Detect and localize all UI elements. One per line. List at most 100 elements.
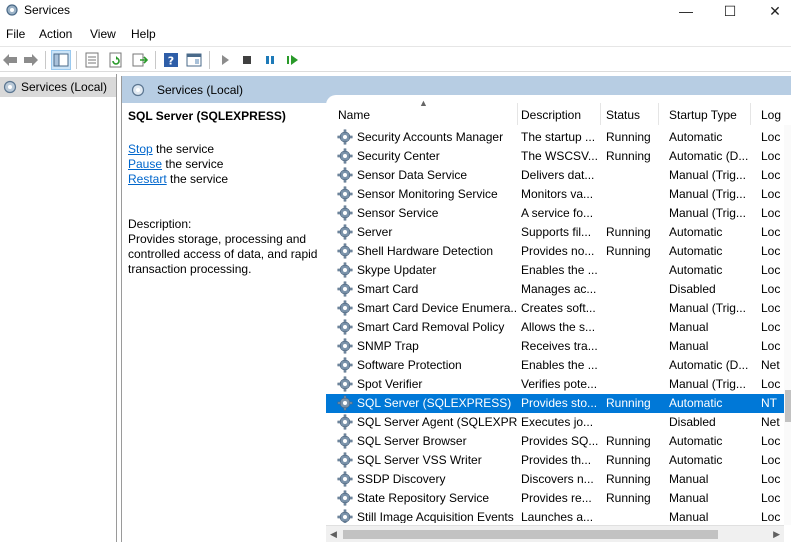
- service-status: Running: [606, 149, 651, 163]
- table-row[interactable]: Sensor Monitoring Service Monitors va... M…: [326, 185, 784, 204]
- service-startup-type: Manual (Trig...: [669, 377, 746, 391]
- table-row[interactable]: SNMP Trap Receives tra... Manual Loc: [326, 337, 784, 356]
- service-description: Allows the s...: [521, 320, 596, 334]
- service-log-on-as: Loc: [761, 187, 781, 201]
- horizontal-scroll-thumb[interactable]: [343, 530, 718, 539]
- restart-service-link[interactable]: Restart: [128, 172, 167, 186]
- service-name: Skype Updater: [357, 263, 437, 277]
- services-list-pane: ▲ Name Description Status Startup Type L…: [326, 95, 791, 542]
- table-row[interactable]: Security Accounts Manager The startup ...…: [326, 128, 784, 147]
- pause-service-icon[interactable]: [260, 50, 280, 70]
- menu-bar: File Action View Help: [0, 24, 791, 44]
- service-name: Smart Card: [357, 282, 419, 296]
- minimize-button[interactable]: —: [663, 0, 709, 22]
- table-row[interactable]: Skype Updater Enables the ... Automatic Loc: [326, 261, 784, 280]
- restart-action-row: Restart the service: [128, 172, 228, 186]
- service-gear-icon: [337, 262, 353, 281]
- service-status: Running: [606, 491, 651, 505]
- horizontal-scrollbar[interactable]: ◀ ▶: [326, 525, 784, 542]
- tree-item-label: Services (Local): [21, 80, 108, 94]
- table-row[interactable]: Shell Hardware Detection Provides no... Ru…: [326, 242, 784, 261]
- table-row[interactable]: Server Supports fil... Running Automatic Loc: [326, 223, 784, 242]
- service-log-on-as: Loc: [761, 168, 781, 182]
- table-row[interactable]: State Repository Service Provides re... Ru…: [326, 489, 784, 508]
- service-status: Running: [606, 453, 651, 467]
- refresh-icon[interactable]: [106, 50, 126, 70]
- table-row[interactable]: Spot Verifier Verifies pote... Manual (Tri…: [326, 375, 784, 394]
- service-gear-icon: [337, 300, 353, 319]
- service-description: Launches a...: [521, 510, 594, 523]
- service-log-on-as: NT: [761, 396, 777, 410]
- vertical-scrollbar[interactable]: [784, 125, 791, 525]
- table-row[interactable]: Software Protection Enables the ... Automa…: [326, 356, 784, 375]
- service-startup-type: Automatic: [669, 434, 723, 448]
- table-row[interactable]: Smart Card Device Enumera... Creates soft…: [326, 299, 784, 318]
- maximize-button[interactable]: ☐: [707, 0, 753, 22]
- results-area: Services (Local) SQL Server (SQLEXPRESS)…: [121, 76, 791, 542]
- pause-service-link[interactable]: Pause: [128, 157, 162, 171]
- service-status: Running: [606, 130, 651, 144]
- table-row[interactable]: SQL Server Browser Provides SQ... Running A…: [326, 432, 784, 451]
- table-row[interactable]: Still Image Acquisition Events Launches a…: [326, 508, 784, 523]
- help-icon[interactable]: ?: [161, 50, 181, 70]
- properties-icon[interactable]: [82, 50, 102, 70]
- stop-suffix: the service: [152, 142, 215, 156]
- service-name: Server: [357, 225, 393, 239]
- table-row[interactable]: SQL Server (SQLEXPRESS) Provides sto... Ru…: [326, 394, 784, 413]
- tree-item-services-local[interactable]: Services (Local): [0, 77, 116, 97]
- service-name: State Repository Service: [357, 491, 490, 505]
- description-text: Provides storage, processing and control…: [128, 232, 318, 276]
- menu-file[interactable]: File: [6, 27, 25, 41]
- menu-view[interactable]: View: [90, 27, 116, 41]
- service-log-on-as: Loc: [761, 149, 781, 163]
- service-description: Delivers dat...: [521, 168, 595, 182]
- column-header-log-on-as[interactable]: Log: [751, 103, 784, 125]
- service-gear-icon: [337, 205, 353, 224]
- menu-help[interactable]: Help: [131, 27, 156, 41]
- service-startup-type: Manual: [669, 472, 709, 486]
- view-icon[interactable]: [184, 50, 204, 70]
- service-log-on-as: Loc: [761, 434, 781, 448]
- service-name: SQL Server Browser: [357, 434, 467, 448]
- service-status: Running: [606, 434, 651, 448]
- scroll-right-icon[interactable]: ▶: [773, 529, 780, 540]
- table-row[interactable]: SSDP Discovery Discovers n... Running Manua…: [326, 470, 784, 489]
- table-row[interactable]: Smart Card Manages ac... Disabled Loc: [326, 280, 784, 299]
- services-gear-icon: [131, 83, 145, 97]
- restart-suffix: the service: [166, 172, 229, 186]
- table-row[interactable]: Sensor Service A service fo... Manual (Tri…: [326, 204, 784, 223]
- column-header-description[interactable]: Description: [511, 103, 601, 125]
- back-arrow-icon[interactable]: [0, 50, 20, 70]
- close-button[interactable]: ✕: [752, 0, 791, 22]
- service-gear-icon: [337, 452, 353, 471]
- service-gear-icon: [337, 509, 353, 523]
- table-row[interactable]: SQL Server VSS Writer Provides th... Runni…: [326, 451, 784, 470]
- service-gear-icon: [337, 243, 353, 262]
- service-description: A service fo...: [521, 206, 594, 220]
- column-header-startup-type[interactable]: Startup Type: [659, 103, 751, 125]
- service-name: Spot Verifier: [357, 377, 423, 391]
- forward-arrow-icon[interactable]: [21, 50, 41, 70]
- export-list-icon[interactable]: [130, 50, 150, 70]
- table-row[interactable]: Security Center The WSCSV... Running Automa…: [326, 147, 784, 166]
- services-gear-icon: [3, 80, 17, 94]
- menu-action[interactable]: Action: [39, 27, 72, 41]
- toolbar: ?: [0, 46, 791, 72]
- table-row[interactable]: SQL Server Agent (SQLEXPR... Executes jo.…: [326, 413, 784, 432]
- show-hide-console-tree-icon[interactable]: [51, 50, 71, 70]
- service-log-on-as: Loc: [761, 377, 781, 391]
- service-name: SNMP Trap: [357, 339, 419, 353]
- service-gear-icon: [337, 224, 353, 243]
- resume-service-icon[interactable]: [283, 50, 303, 70]
- start-service-icon[interactable]: [215, 50, 235, 70]
- column-header-status[interactable]: Status: [596, 103, 659, 125]
- table-row[interactable]: Sensor Data Service Delivers dat... Manual…: [326, 166, 784, 185]
- column-header-name[interactable]: Name: [328, 103, 518, 125]
- stop-service-icon[interactable]: [237, 50, 257, 70]
- table-row[interactable]: Smart Card Removal Policy Allows the s...…: [326, 318, 784, 337]
- stop-service-link[interactable]: Stop: [128, 142, 153, 156]
- vertical-scroll-thumb[interactable]: [785, 390, 791, 422]
- service-description: Executes jo...: [521, 415, 594, 429]
- scroll-left-icon[interactable]: ◀: [330, 529, 337, 540]
- service-log-on-as: Loc: [761, 244, 781, 258]
